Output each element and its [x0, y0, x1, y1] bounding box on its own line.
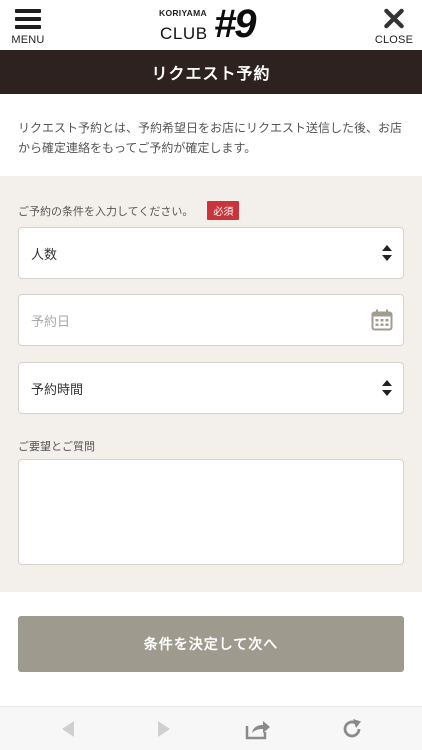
- menu-button[interactable]: MENU: [8, 6, 48, 46]
- share-button[interactable]: [236, 707, 280, 750]
- close-label: CLOSE: [374, 34, 414, 46]
- submit-button[interactable]: 条件を決定して次へ: [18, 616, 404, 672]
- close-button[interactable]: CLOSE: [372, 6, 416, 46]
- forward-arrow-icon: [158, 721, 170, 737]
- date-input-placeholder: 予約日: [31, 314, 71, 330]
- menu-label: MENU: [11, 34, 45, 46]
- time-select[interactable]: 予約時間: [18, 362, 404, 414]
- back-arrow-icon: [62, 721, 74, 737]
- submit-button-label: 条件を決定して次へ: [143, 637, 279, 653]
- conditions-row: ご予約の条件を入力してください。 必須: [18, 201, 240, 220]
- comment-textarea[interactable]: [18, 459, 404, 565]
- comment-label: ご要望とご質問: [18, 440, 95, 453]
- people-select[interactable]: 人数: [18, 227, 404, 279]
- select-arrows-icon: [381, 379, 393, 397]
- logo-club: CLUB: [160, 24, 208, 43]
- date-input[interactable]: 予約日: [18, 294, 404, 346]
- required-badge: 必須: [207, 201, 240, 220]
- back-button[interactable]: [46, 707, 90, 750]
- time-select-value: 予約時間: [31, 382, 84, 398]
- logo-number: #9: [214, 2, 256, 46]
- select-arrows-icon: [381, 244, 393, 262]
- intro-text: リクエスト予約とは、予約希望日をお店にリクエスト送信した後、お店から確定連絡をも…: [18, 121, 403, 155]
- page-title: リクエスト予約: [151, 64, 271, 83]
- share-icon: [245, 721, 270, 740]
- people-select-value: 人数: [31, 247, 58, 263]
- calendar-icon[interactable]: [371, 309, 393, 331]
- reservation-form: ご予約の条件を入力してください。 必須 人数 予約日 予約時間 ご要望とご質問: [0, 176, 422, 592]
- hamburger-icon: [15, 9, 41, 29]
- reload-button[interactable]: [330, 707, 374, 750]
- title-bar: リクエスト予約: [0, 50, 422, 94]
- browser-toolbar: [0, 706, 422, 750]
- reload-icon: [343, 719, 361, 738]
- conditions-label: ご予約の条件を入力してください。: [18, 204, 194, 218]
- logo-koriyama: KORIYAMA: [159, 8, 207, 18]
- club-logo: KORIYAMA CLUB #9: [159, 4, 269, 46]
- forward-button[interactable]: [142, 707, 186, 750]
- close-icon: [384, 8, 404, 29]
- app-header: MENU KORIYAMA CLUB #9 CLOSE: [0, 0, 422, 50]
